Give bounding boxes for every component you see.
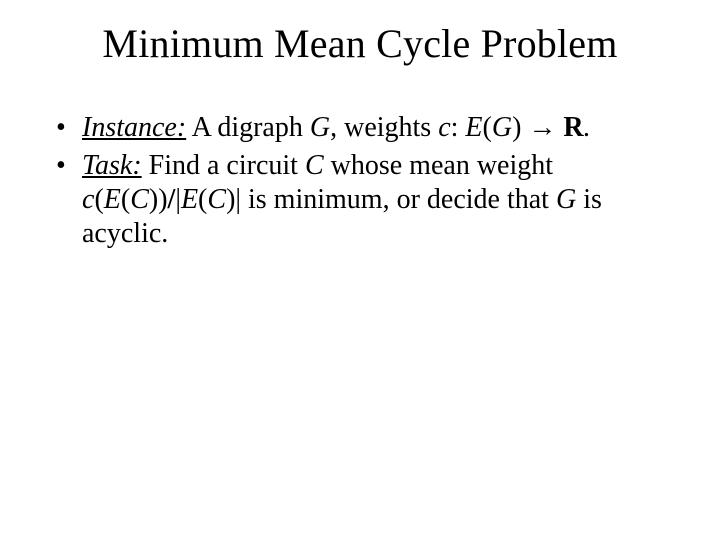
text: ( bbox=[121, 184, 130, 215]
var-C: C bbox=[305, 150, 324, 181]
text: : bbox=[451, 112, 466, 143]
text: )| bbox=[226, 184, 241, 215]
text: ( bbox=[483, 112, 492, 143]
var-E: E bbox=[465, 112, 482, 143]
expr-C2: C bbox=[207, 184, 226, 215]
bullet-list: Instance: A digraph G, weights c: E(G) →… bbox=[48, 111, 672, 252]
text: )) bbox=[149, 184, 168, 215]
bullet-label-task: Task: bbox=[82, 150, 142, 181]
var-c: c bbox=[438, 112, 450, 143]
expr-E1: E bbox=[104, 184, 121, 215]
text: whose mean weight bbox=[324, 150, 553, 181]
text: ) → bbox=[512, 112, 563, 143]
expr-C1: C bbox=[130, 184, 149, 215]
set-R: R bbox=[563, 112, 583, 143]
var-G: G bbox=[310, 112, 330, 143]
text: ( bbox=[94, 184, 103, 215]
text: Find a circuit bbox=[142, 150, 305, 181]
expr-c: c bbox=[82, 184, 94, 215]
text: is minimum, or decide that bbox=[241, 184, 556, 215]
text: , weights bbox=[330, 112, 438, 143]
bullet-task: Task: Find a circuit C whose mean weight… bbox=[56, 149, 664, 251]
expr-E2: E bbox=[181, 184, 198, 215]
dot: . bbox=[584, 112, 591, 143]
slide: Minimum Mean Cycle Problem Instance: A d… bbox=[0, 0, 720, 540]
slide-title: Minimum Mean Cycle Problem bbox=[48, 20, 672, 67]
var-G2: G bbox=[492, 112, 512, 143]
bullet-label-instance: Instance: bbox=[82, 112, 186, 143]
text: A digraph bbox=[186, 112, 310, 143]
var-G: G bbox=[556, 184, 576, 215]
text: ( bbox=[198, 184, 207, 215]
bullet-instance: Instance: A digraph G, weights c: E(G) →… bbox=[56, 111, 664, 145]
